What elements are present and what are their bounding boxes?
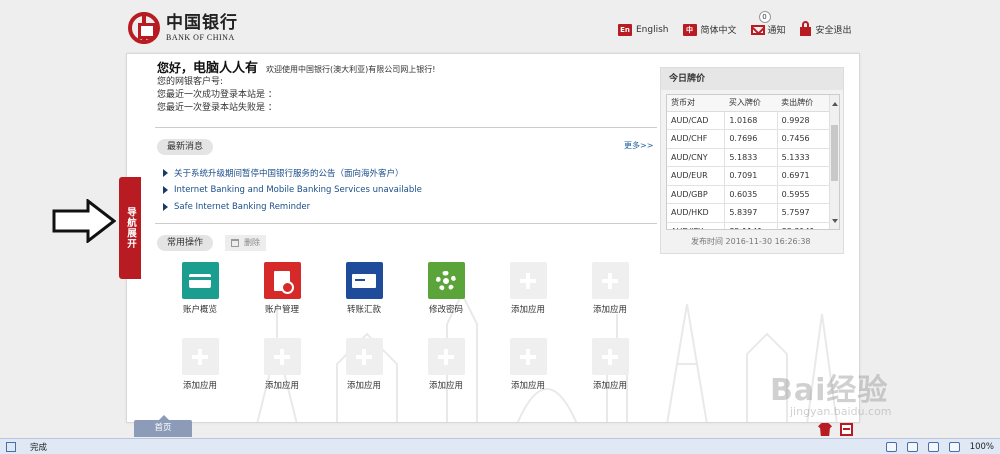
bullet-arrow-icon <box>163 185 168 194</box>
welcome-message: 欢迎使用中国银行(澳大利亚)有限公司网上银行! <box>266 65 436 74</box>
plus-icon <box>181 338 219 375</box>
table-row: AUD/CNY 5.1833 5.1333 <box>667 148 831 167</box>
simplified-chinese-label: 简体中文 <box>700 26 737 36</box>
table-row: AUD/EUR 0.7091 0.6971 <box>667 166 831 186</box>
speaker-icon[interactable] <box>885 441 897 452</box>
transfer-icon <box>345 262 383 299</box>
add-app-button[interactable]: 添加应用 <box>569 338 651 414</box>
bank-logo[interactable]: 中国银行 BANK OF CHINA <box>128 12 238 44</box>
printer-icon[interactable] <box>840 423 853 436</box>
logout-label: 安全退出 <box>815 26 852 36</box>
bottom-tools <box>818 423 853 436</box>
status-text: 完成 <box>30 442 48 453</box>
pointing-arrow-icon <box>52 199 116 243</box>
table-row: AUD/HKD 5.8397 5.7597 <box>667 203 831 223</box>
mail-icon <box>750 24 765 35</box>
scroll-up-arrow-icon[interactable] <box>832 102 838 106</box>
header: 中国银行 BANK OF CHINA En English 中 简体中文 0 通… <box>0 0 1000 52</box>
boc-logo-icon <box>128 12 160 44</box>
simplified-chinese-link[interactable]: 中 简体中文 <box>682 23 737 36</box>
card-icon <box>181 262 219 299</box>
divider <box>155 223 657 224</box>
news-list: 关于系统升级期间暂停中国银行服务的公告（面向海外客户） Internet Ban… <box>163 164 422 215</box>
welcome-section: 您好， 电脑人人有 欢迎使用中国银行(澳大利亚)有限公司网上银行! 您的网银客户… <box>157 62 435 115</box>
english-icon: En <box>618 23 632 36</box>
briefcase-icon[interactable] <box>906 441 918 452</box>
greeting-text: 您好， <box>157 61 194 75</box>
scroll-down-arrow-icon[interactable] <box>832 219 838 223</box>
rates-table-container[interactable]: 货币对 买入牌价 卖出牌价 AUD/CAD 1.0168 0.9928 AUD/CH… <box>666 94 840 230</box>
bullet-arrow-icon <box>163 202 168 211</box>
more-news-link[interactable]: 更多>> <box>624 140 653 151</box>
english-label: English <box>636 24 669 35</box>
divider <box>155 127 657 128</box>
publish-time: 发布时间 2016-11-30 16:26:38 <box>691 237 811 246</box>
news-item[interactable]: 关于系统升级期间暂停中国银行服务的公告（面向海外客户） <box>163 164 422 181</box>
plus-icon <box>263 338 301 375</box>
add-app-button[interactable]: 添加应用 <box>241 338 323 414</box>
table-row: AUD/CAD 1.0168 0.9928 <box>667 111 831 130</box>
column-header: 买入牌价 <box>724 95 778 112</box>
document-icon <box>263 262 301 299</box>
browser-status-bar: 完成 100% <box>0 438 1000 454</box>
table-row: AUD/JPY85.114183.3141 <box>667 222 831 229</box>
table-row: AUD/GBP 0.6035 0.5955 <box>667 185 831 204</box>
user-name: 电脑人人有 <box>193 61 259 76</box>
navigation-expand-tab[interactable]: 导航展开 <box>119 177 141 279</box>
news-item[interactable]: Internet Banking and Mobile Banking Serv… <box>163 181 422 198</box>
shield-icon[interactable] <box>927 441 939 452</box>
app-grid: 账户概览 账户管理 转账汇款 修改密码 添加应用 添加应用 添加应用 添加应用 <box>159 262 651 414</box>
app-account-overview[interactable]: 账户概览 <box>159 262 241 338</box>
gear-icon <box>427 262 465 299</box>
plus-icon <box>509 338 547 375</box>
delete-button[interactable]: 删除 <box>225 235 266 251</box>
add-app-button[interactable]: 添加应用 <box>405 338 487 414</box>
add-app-button[interactable]: 添加应用 <box>569 262 651 338</box>
rates-title: 今日牌价 <box>661 68 843 90</box>
page-status-icon <box>6 441 16 452</box>
plus-icon <box>509 262 547 299</box>
news-item[interactable]: Safe Internet Banking Reminder <box>163 198 422 215</box>
rates-table: 货币对 买入牌价 卖出牌价 AUD/CAD 1.0168 0.9928 AUD/CH… <box>667 95 831 229</box>
home-tab[interactable]: 首页 <box>134 415 192 437</box>
exchange-rates-panel: 今日牌价 货币对 买入牌价 卖出牌价 AUD/CAD 1.0168 0.9928 A… <box>660 67 844 254</box>
last-success-login-label: 您最近一次成功登录本站是 ： <box>157 90 277 100</box>
latest-news-title: 最新消息 <box>157 139 214 155</box>
column-header: 卖出牌价 <box>777 95 830 112</box>
app-account-management[interactable]: 账户管理 <box>241 262 323 338</box>
gear-icon[interactable] <box>948 441 960 452</box>
app-change-password[interactable]: 修改密码 <box>405 262 487 338</box>
add-app-button[interactable]: 添加应用 <box>323 338 405 414</box>
zoom-level[interactable]: 100% <box>970 442 994 452</box>
lock-icon <box>799 21 811 36</box>
add-app-button[interactable]: 添加应用 <box>159 338 241 414</box>
bullet-arrow-icon <box>163 168 168 177</box>
logo-chinese-text: 中国银行 <box>166 13 238 33</box>
top-links: En English 中 简体中文 0 通知 安全退出 <box>618 11 866 36</box>
add-app-button[interactable]: 添加应用 <box>487 262 569 338</box>
app-transfer[interactable]: 转账汇款 <box>323 262 405 338</box>
trash-icon <box>231 239 239 247</box>
logout-link[interactable]: 安全退出 <box>799 21 852 36</box>
add-app-button[interactable]: 添加应用 <box>487 338 569 414</box>
rates-scrollbar[interactable] <box>829 95 839 229</box>
notifications-link[interactable]: 0 通知 <box>750 11 786 36</box>
customer-number-label: 您的网银客户号: <box>157 77 224 87</box>
plus-icon <box>591 262 629 299</box>
last-failed-login-label: 您最近一次登录本站失败是 ： <box>157 103 277 113</box>
plus-icon <box>427 338 465 375</box>
baidu-watermark: Bai经验 jingyan.baidu.com <box>770 373 892 418</box>
plus-icon <box>591 338 629 375</box>
notifications-label: 通知 <box>767 26 786 36</box>
table-row: AUD/CHF 0.7696 0.7456 <box>667 129 831 149</box>
english-link[interactable]: En English <box>618 23 669 36</box>
chinese-icon: 中 <box>682 23 697 36</box>
common-operations-title: 常用操作 <box>157 235 214 251</box>
shirt-icon[interactable] <box>818 423 832 436</box>
column-header: 货币对 <box>667 95 725 112</box>
logo-english-text: BANK OF CHINA <box>166 33 235 42</box>
notification-count-badge: 0 <box>758 11 771 23</box>
plus-icon <box>345 338 383 375</box>
scroll-thumb[interactable] <box>831 125 838 181</box>
